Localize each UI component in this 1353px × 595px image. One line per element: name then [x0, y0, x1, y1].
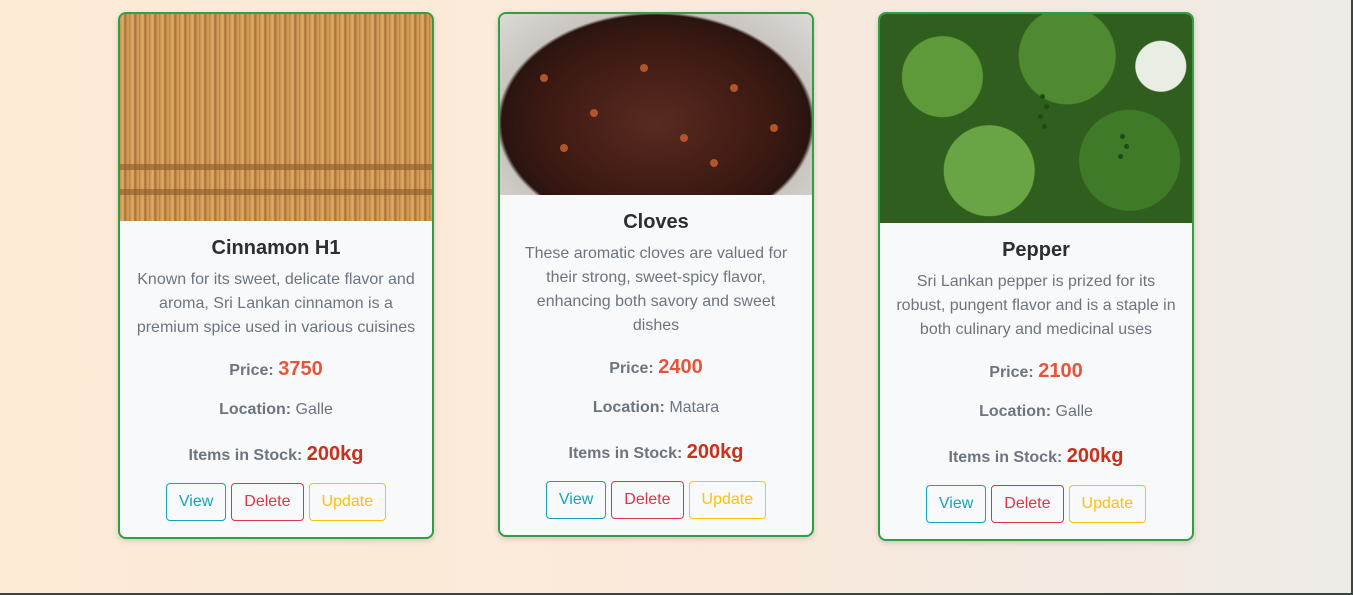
stock-label: Items in Stock:	[188, 447, 303, 464]
card-actions: View Delete Update	[896, 485, 1176, 523]
pepper-image	[880, 14, 1192, 223]
location-row: Location: Galle	[896, 397, 1176, 427]
price-value: 2400	[658, 356, 703, 378]
location-value: Matara	[669, 399, 720, 416]
stock-value: 200kg	[686, 441, 744, 463]
location-value: Galle	[295, 401, 333, 418]
view-button[interactable]: View	[545, 481, 607, 519]
location-value: Galle	[1055, 403, 1093, 420]
price-value: 2100	[1038, 360, 1083, 382]
price-value: 3750	[278, 358, 323, 380]
stock-row: Items in Stock: 200kg	[516, 437, 796, 467]
stock-row: Items in Stock: 200kg	[136, 439, 416, 469]
product-title: Cloves	[623, 211, 689, 233]
update-button[interactable]: Update	[688, 481, 767, 519]
price-row: Price: 2400	[516, 352, 796, 382]
product-card-cloves: Cloves These aromatic cloves are valued …	[498, 12, 814, 537]
update-button[interactable]: Update	[1068, 485, 1147, 523]
price-label: Price:	[989, 364, 1034, 381]
cinnamon-image	[120, 14, 432, 221]
product-card-cinnamon: Cinnamon H1 Known for its sweet, delicat…	[118, 12, 434, 539]
location-label: Location:	[219, 401, 292, 418]
product-description: Sri Lankan pepper is prized for its robu…	[896, 273, 1176, 338]
delete-button[interactable]: Delete	[231, 483, 304, 521]
card-actions: View Delete Update	[516, 481, 796, 519]
product-title: Cinnamon H1	[211, 237, 341, 259]
card-actions: View Delete Update	[136, 483, 416, 521]
view-button[interactable]: View	[925, 485, 987, 523]
price-label: Price:	[229, 362, 274, 379]
view-button[interactable]: View	[165, 483, 227, 521]
update-button[interactable]: Update	[308, 483, 387, 521]
price-row: Price: 3750	[136, 354, 416, 384]
stock-label: Items in Stock:	[948, 449, 1063, 466]
stock-value: 200kg	[1066, 445, 1124, 467]
location-row: Location: Matara	[516, 393, 796, 423]
product-title: Pepper	[1002, 239, 1070, 261]
location-row: Location: Galle	[136, 395, 416, 425]
cloves-image	[500, 14, 812, 195]
delete-button[interactable]: Delete	[991, 485, 1064, 523]
price-label: Price:	[609, 360, 654, 377]
stock-row: Items in Stock: 200kg	[896, 441, 1176, 471]
product-description: Known for its sweet, delicate flavor and…	[136, 271, 416, 336]
location-label: Location:	[979, 403, 1052, 420]
location-label: Location:	[592, 399, 665, 416]
product-card-pepper: Pepper Sri Lankan pepper is prized for i…	[878, 12, 1194, 541]
stock-label: Items in Stock:	[568, 445, 683, 462]
product-description: These aromatic cloves are valued for the…	[524, 245, 788, 334]
price-row: Price: 2100	[896, 356, 1176, 386]
stock-value: 200kg	[306, 443, 364, 465]
delete-button[interactable]: Delete	[611, 481, 684, 519]
